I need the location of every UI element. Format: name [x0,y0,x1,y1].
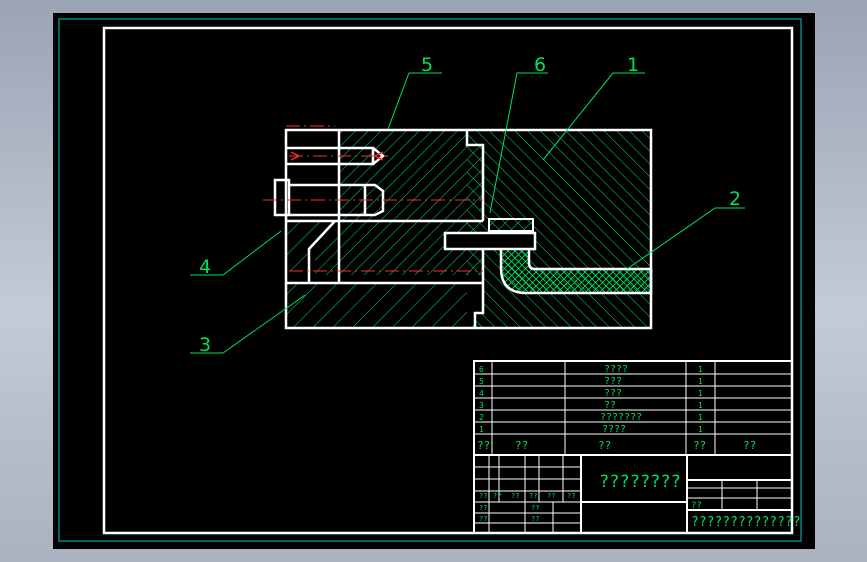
label-part-3: 3 [199,334,211,356]
assembly-drawing: 5 6 1 2 4 3 6 ???? 1 5 ??? 1 4 ??? 1 3 ?… [58,18,802,542]
label-part-6: 6 [534,54,546,76]
label-part-5: 5 [421,54,433,76]
bom-header-note: ?? [743,439,756,452]
tb-mark-1: ?? [479,492,487,500]
bill-of-materials: 6 ???? 1 5 ??? 1 4 ??? 1 3 ?? 1 2 ??????… [473,360,793,456]
bom-row-4-qty: 1 [698,401,703,410]
cad-viewport[interactable]: 5 6 1 2 4 3 6 ???? 1 5 ??? 1 4 ??? 1 3 ?… [53,13,815,549]
bom-row-4-no: 3 [479,401,484,410]
label-part-2: 2 [729,188,741,210]
tb-mark-10: ?? [531,515,539,523]
bom-row-4-name: ?? [604,400,616,411]
bom-row-1-qty: 1 [698,365,703,374]
drawing-border [102,26,794,535]
bom-row-2-qty: 1 [698,377,703,386]
part-3-base-plate [286,283,475,328]
label-part-1: 1 [627,54,639,76]
drawing-title: ???????? [599,472,681,492]
bom-row-5-no: 2 [479,413,484,422]
bom-header-no: ?? [477,439,490,452]
part-5-punch-holder [338,130,483,221]
scale-label: ?? [691,501,702,511]
bom-row-2-no: 5 [479,377,484,386]
bom-row-2-name: ??? [604,376,622,387]
bom-header-name: ?? [598,439,611,452]
bom-row-6-name: ???? [602,424,626,435]
bom-header-qty: ?? [693,439,706,452]
tb-mark-4: ?? [529,492,537,500]
bom-row-3-no: 4 [479,389,484,398]
tb-mark-6: ?? [567,492,575,500]
bom-row-6-qty: 1 [698,425,703,434]
bom-header-code: ?? [515,439,528,452]
bom-row-3-name: ??? [604,388,622,399]
company-name: ?????????????? [691,515,801,530]
tb-mark-5: ?? [547,492,555,500]
tb-mark-7: ?? [479,504,487,512]
bom-row-6-no: 1 [479,425,484,434]
label-part-4: 4 [199,256,211,278]
tb-mark-9: ?? [531,504,539,512]
tb-mark-8: ?? [479,515,487,523]
bom-row-5-name: ??????? [600,412,642,423]
outer-frame [58,18,802,542]
bom-row-1-name: ???? [604,364,628,375]
bom-row-3-qty: 1 [698,389,703,398]
tb-mark-3: ?? [511,492,519,500]
bom-row-5-qty: 1 [698,413,703,422]
title-block: ???????? ?? ?????????????? ?? ?? ?? ?? ?… [473,454,801,534]
tb-mark-2: ?? [493,492,501,500]
bom-row-1-no: 6 [479,365,484,374]
